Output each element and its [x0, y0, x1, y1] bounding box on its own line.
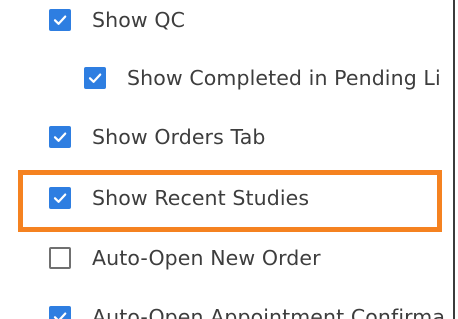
setting-label: Show Completed in Pending Li [127, 66, 441, 90]
highlight-box [18, 170, 442, 232]
checkbox-auto-open-new-order[interactable] [49, 247, 71, 269]
check-icon [53, 15, 67, 25]
setting-show-orders-tab[interactable]: Show Orders Tab [49, 124, 266, 150]
check-icon [88, 73, 102, 83]
check-icon [53, 312, 67, 319]
setting-label: Auto-Open New Order [92, 246, 321, 270]
setting-label: Show QC [92, 8, 185, 32]
checkbox-show-completed-in-pending-list[interactable] [84, 67, 106, 89]
setting-auto-open-new-order[interactable]: Auto-Open New Order [49, 245, 321, 271]
setting-show-qc[interactable]: Show QC [49, 7, 185, 33]
setting-auto-open-appointment-confirmation[interactable]: Auto-Open Appointment Confirma [49, 304, 445, 319]
checkbox-auto-open-appointment-confirmation[interactable] [49, 306, 71, 319]
check-icon [53, 132, 67, 142]
settings-panel: Show QC Show Completed in Pending Li Sho… [0, 0, 455, 319]
setting-label: Auto-Open Appointment Confirma [92, 305, 446, 319]
setting-label: Show Orders Tab [92, 125, 266, 149]
checkbox-show-qc[interactable] [49, 9, 71, 31]
checkbox-show-orders-tab[interactable] [49, 126, 71, 148]
setting-show-completed-in-pending-list[interactable]: Show Completed in Pending Li [84, 65, 441, 91]
